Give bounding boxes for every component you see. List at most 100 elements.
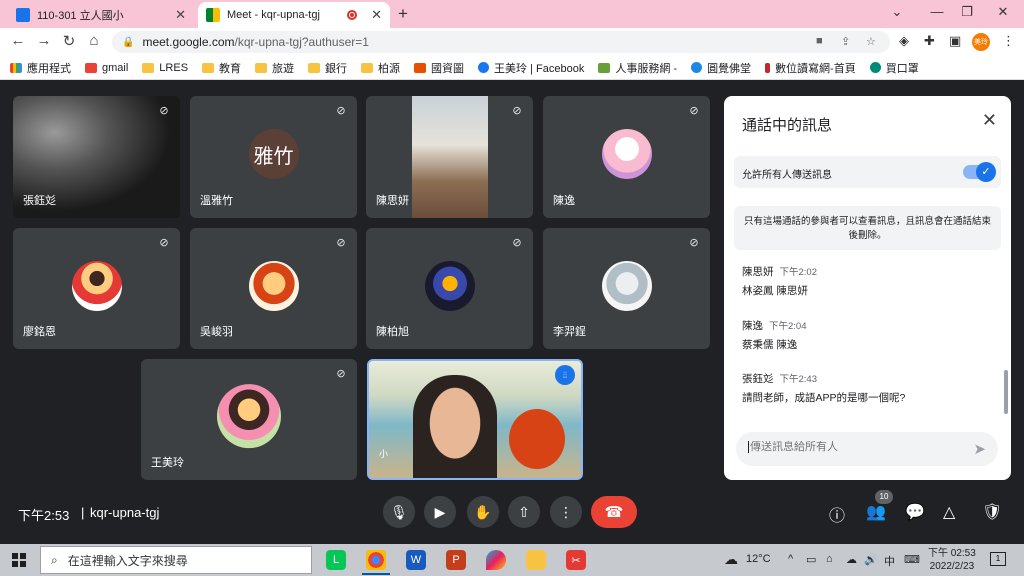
system-clock[interactable]: 下午 02:53 2022/2/23 [928,547,976,573]
tab-school[interactable]: 110-301 立人國小 ✕ [8,2,194,28]
menu-kebab-icon[interactable]: ⋮ [1002,33,1015,49]
active-app-indicator [362,573,390,575]
reload-button[interactable]: ↻ [59,32,79,50]
allow-messages-toggle[interactable] [963,162,996,182]
raise-hand-button[interactable]: ✋ [467,496,499,528]
bookmark-boyuan[interactable]: 柏源 [361,60,400,76]
bookmark-library[interactable]: 國資圖 [414,60,464,76]
close-icon[interactable]: ✕ [982,110,997,131]
forward-button[interactable]: → [34,32,54,49]
bookmark-label: gmail [102,61,129,74]
fruit-mascot [509,409,565,469]
extension-owl-icon[interactable]: ◈ [899,33,909,49]
line-app-icon[interactable]: L [326,550,346,570]
meeting-info-icon[interactable]: ⓘ [829,502,845,526]
minimize-button[interactable]: — [922,4,952,19]
participant-tile[interactable]: ⊘ 雅竹 溫雅竹 [190,96,357,218]
participant-tile[interactable]: ⊘ 陳思妍 [366,96,533,218]
cloud-icon[interactable]: ☁ [846,553,857,566]
activities-icon[interactable]: △ [943,502,955,522]
bookmark-facebook[interactable]: 王美玲 | Facebook [478,60,584,76]
bookmark-temple[interactable]: 圓覺佛堂 [691,60,751,76]
microphone-button[interactable]: 🎙 [383,496,415,528]
close-tab-icon[interactable]: ✕ [175,7,186,23]
folder-icon [202,62,215,73]
url-bar[interactable]: 🔒 meet.google.com/kqr-upna-tgj?authuser=… [112,31,890,53]
file-explorer-icon[interactable] [526,550,546,570]
home-button[interactable]: ⌂ [84,32,104,49]
participant-tile[interactable]: ⊘ 張鈺彣 [13,96,180,218]
mic-off-icon: ⊘ [336,105,346,117]
back-button[interactable]: ← [8,32,28,49]
windows-taskbar: ⌕ 在這裡輸入文字來搜尋 L W P ✂ ☁ 12°C ^ ▭ ⌂ ☁ 🔊 中 … [0,544,1024,576]
bookmark-apps[interactable]: 應用程式 [10,60,71,76]
notification-icon[interactable]: 1 [990,552,1006,566]
participant-tile[interactable]: ⊘ 李羿鋥 [543,228,710,349]
chrome-app-icon[interactable] [366,550,386,570]
leave-call-button[interactable]: ☎ [591,496,637,528]
tab-meet[interactable]: Meet - kqr-upna-tgj ✕ [198,2,390,28]
bookmark-gmail[interactable]: gmail [85,62,128,74]
keyboard-icon[interactable]: ⌨ [904,553,920,566]
word-app-icon[interactable]: W [406,550,426,570]
bookmark-reading[interactable]: 數位讀寫網-首頁 [765,60,856,76]
windows-start-icon[interactable] [12,553,26,567]
bookmark-travel[interactable]: 旅遊 [255,60,294,76]
weather-icon[interactable]: ☁ [724,551,738,568]
camera-in-use-icon[interactable]: ■ [816,35,823,47]
chat-input[interactable] [748,441,958,453]
participant-name: 廖銘恩 [23,326,56,338]
message-time: 下午2:04 [769,321,807,332]
allow-messages-row: 允許所有人傳送訊息 [734,156,1001,188]
participant-tile[interactable]: ⊘ 陳柏旭 [366,228,533,349]
volume-icon[interactable]: 🔊 [864,553,878,566]
bookmark-hr[interactable]: 人事服務網 - [598,60,677,76]
taskbar-search-placeholder: 在這裡輸入文字來搜尋 [67,553,188,568]
participant-name: 李羿鋥 [553,326,586,338]
restore-button[interactable]: ❐ [952,4,982,20]
snipping-app-icon[interactable]: ✂ [566,550,586,570]
new-tab-button[interactable]: + [398,4,408,24]
close-tab-icon[interactable]: ✕ [371,7,382,23]
participant-tile[interactable]: ⊘ 王美玲 [141,359,357,480]
weather-temp[interactable]: 12°C [746,553,771,565]
network-icon[interactable]: ⌂ [826,553,833,565]
paint-app-icon[interactable] [486,550,506,570]
ime-indicator[interactable]: 中 [884,553,895,569]
send-icon[interactable]: ➤ [973,440,986,458]
powerpoint-app-icon[interactable]: P [446,550,466,570]
participant-tile[interactable]: ⊘ 廖銘恩 [13,228,180,349]
chevron-up-icon[interactable]: ^ [788,553,793,565]
allow-messages-label: 允許所有人傳送訊息 [742,170,832,181]
profile-avatar[interactable]: 美玲 [972,33,990,51]
more-options-button[interactable]: ⋮ [550,496,582,528]
bookmark-star-icon[interactable]: ☆ [866,35,876,48]
bookmark-masks[interactable]: 買口罩 [869,60,919,76]
battery-icon[interactable]: ▭ [806,553,816,566]
participant-tile[interactable]: ⊘ 陳逸 [543,96,710,218]
share-icon[interactable]: ⇪ [841,35,850,48]
taskbar-search[interactable]: ⌕ 在這裡輸入文字來搜尋 [40,546,312,574]
host-controls-icon[interactable]: 🛡 [982,502,1002,522]
self-video-tile[interactable]: 小 ⦙⦙ [367,359,583,480]
participant-tile[interactable]: ⊘ 吳峻羽 [190,228,357,349]
gmail-icon [85,62,97,73]
bookmark-label: 數位讀寫網-首頁 [775,62,856,75]
chat-message: 陳逸 下午2:04 蔡秉儒 陳逸 [742,318,992,352]
message-sender: 張鈺彣 [742,373,774,385]
camera-button[interactable]: ▶ [424,496,456,528]
lock-icon[interactable]: 🔒 [122,37,134,48]
folder-icon [255,62,268,73]
message-sender: 陳逸 [742,320,763,332]
bookmark-education[interactable]: 教育 [202,60,241,76]
chat-scrollbar[interactable] [1004,370,1008,414]
extensions-puzzle-icon[interactable]: ✚ [924,33,935,49]
present-button[interactable]: ⇧ [508,496,540,528]
side-panel-icon[interactable]: ▣ [949,33,961,49]
close-window-button[interactable]: ✕ [988,4,1018,20]
bookmark-lres[interactable]: LRES [142,62,188,74]
chat-icon[interactable]: 💬 [905,502,925,522]
bookmark-bank[interactable]: 銀行 [308,60,347,76]
people-icon[interactable]: 👥 [866,502,886,522]
chevron-down-icon[interactable]: ⌄ [882,4,912,20]
